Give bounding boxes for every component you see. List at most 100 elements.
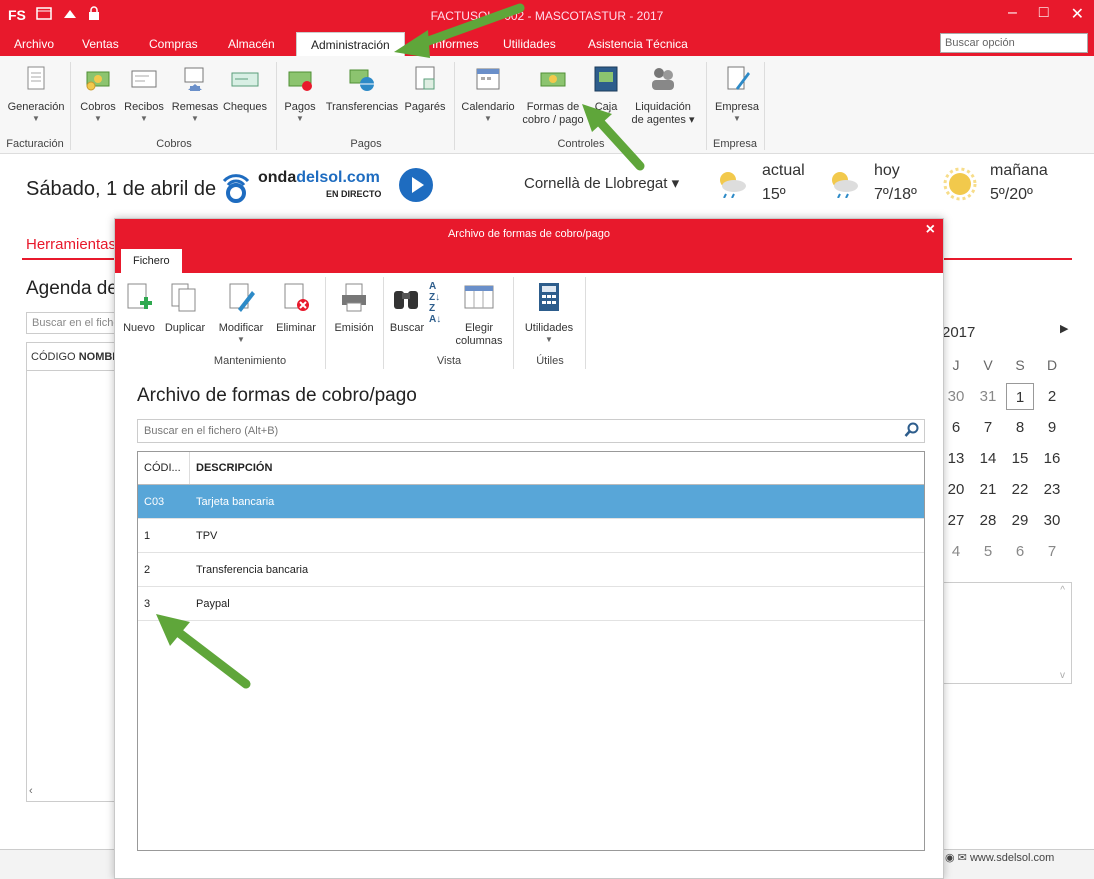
pagares-button[interactable]: Pagarés	[402, 64, 448, 114]
calendar-day[interactable]: 27	[940, 505, 972, 536]
calendar-day[interactable]: 30	[940, 381, 972, 412]
maximize-button[interactable]: □	[1039, 4, 1049, 24]
calendar-day[interactable]: 21	[972, 474, 1004, 505]
dialog-close-icon[interactable]: ×	[926, 221, 935, 239]
calendar-year: 2017	[942, 324, 976, 341]
minimize-button[interactable]: –	[1008, 4, 1017, 24]
calendar-day[interactable]: 7	[1036, 536, 1068, 567]
cell-code: 3	[144, 598, 151, 610]
transferencias-button[interactable]: Transferencias	[322, 64, 402, 114]
cheque-icon	[231, 72, 259, 87]
calendar-day[interactable]: 4	[940, 536, 972, 567]
scroll-up-icon[interactable]: ^	[1060, 585, 1065, 596]
calendar-weekday: S	[1015, 357, 1025, 373]
elegir-columnas-button[interactable]: Elegir columnas	[449, 281, 509, 348]
column-header-description[interactable]: DESCRIPCIÓN	[190, 452, 924, 484]
calendar-weekday: D	[1046, 357, 1058, 373]
buscar-button[interactable]: Buscar	[387, 281, 427, 335]
agenda-search-input[interactable]: Buscar en el fichero	[26, 312, 116, 334]
scroll-left-icon[interactable]: ‹	[29, 785, 33, 797]
ribbon-separator	[764, 62, 765, 150]
table-row[interactable]: C03 Tarjeta bancaria	[138, 485, 924, 519]
play-icon[interactable]	[398, 167, 434, 203]
calendar-day[interactable]: 31	[972, 381, 1004, 412]
search-option-input[interactable]: Buscar opción	[940, 33, 1088, 53]
calendar-day[interactable]: 16	[1036, 443, 1068, 474]
nuevo-button[interactable]: Nuevo	[121, 281, 157, 335]
remesas-button[interactable]: Remesas ▼	[170, 64, 220, 123]
calendar-day[interactable]: 20	[940, 474, 972, 505]
menu-asistencia-tecnica[interactable]: Asistencia Técnica	[588, 37, 688, 51]
radio-signal-icon	[222, 174, 250, 203]
column-header-code[interactable]: CÓDI...	[138, 452, 190, 484]
calendar-day[interactable]: 22	[1004, 474, 1036, 505]
calendar-day[interactable]: 1	[1006, 383, 1034, 410]
utilidades-button[interactable]: Utilidades ▼	[519, 281, 579, 344]
herramientas-tab[interactable]: Herramientas	[26, 236, 116, 253]
calendar-day[interactable]: 14	[972, 443, 1004, 474]
caja-button[interactable]: Caja	[588, 64, 624, 114]
footer-website[interactable]: ◉ ✉ www.sdelsol.com	[945, 851, 1054, 864]
dropdown-arrow-icon: ▼	[140, 114, 148, 123]
menu-utilidades[interactable]: Utilidades	[503, 37, 556, 51]
calendar-day[interactable]: 15	[1004, 443, 1036, 474]
sort-icon[interactable]: A Z↓ Z A↓	[429, 281, 441, 325]
dialog-search-input[interactable]: Buscar en el fichero (Alt+B)	[137, 419, 925, 443]
calendar-day[interactable]: 2	[1036, 381, 1068, 412]
menu-compras[interactable]: Compras	[149, 37, 198, 51]
recibos-button[interactable]: Recibos ▼	[122, 64, 166, 123]
cheques-button[interactable]: Cheques	[222, 64, 268, 114]
calendar-day[interactable]: 7	[972, 412, 1004, 443]
dialog-title-bar: Archivo de formas de cobro/pago × Ficher…	[115, 219, 943, 273]
document-icon	[27, 66, 45, 90]
calendar-day[interactable]: 9	[1036, 412, 1068, 443]
calendar-day[interactable]: 5	[972, 536, 1004, 567]
ribbon-separator	[276, 62, 277, 150]
menu-informes[interactable]: Informes	[432, 37, 479, 51]
group-controles: Controles	[557, 138, 605, 150]
calendar-day[interactable]: 28	[972, 505, 1004, 536]
calendar-day[interactable]: 23	[1036, 474, 1068, 505]
pagos-button[interactable]: Pagos ▼	[282, 64, 318, 123]
cell-code: C03	[144, 496, 165, 508]
transfer-globe-icon	[349, 69, 374, 91]
dropdown-arrow-icon: ▼	[545, 335, 553, 344]
liquidacion-agentes-button[interactable]: Liquidación de agentes ▾	[628, 64, 698, 127]
calendar-day[interactable]: 30	[1036, 505, 1068, 536]
calendar-next-icon[interactable]: ▶	[1060, 322, 1068, 335]
calendar-day[interactable]: 13	[940, 443, 972, 474]
radio-widget[interactable]: ondadelsol.com EN DIRECTO	[220, 165, 435, 205]
cell-description: TPV	[196, 530, 218, 542]
notes-panel: ^ v	[940, 582, 1072, 684]
calendar-day[interactable]: 29	[1004, 505, 1036, 536]
calculator-icon	[539, 283, 559, 311]
close-button[interactable]: ✕	[1071, 4, 1084, 24]
emision-button[interactable]: Emisión	[329, 281, 379, 335]
table-row[interactable]: 1 TPV	[138, 519, 924, 553]
menu-almacen[interactable]: Almacén	[228, 37, 275, 51]
menu-administracion[interactable]: Administración	[296, 32, 405, 56]
generacion-button[interactable]: Generación ▼	[6, 64, 66, 123]
search-icon[interactable]	[904, 422, 920, 438]
calendar-day[interactable]: 6	[1004, 536, 1036, 567]
calendar-day[interactable]: 6	[940, 412, 972, 443]
modificar-button[interactable]: Modificar ▼	[213, 281, 269, 344]
table-row[interactable]: 3 Paypal	[138, 587, 924, 621]
weather-label: mañana	[990, 162, 1048, 179]
eliminar-button[interactable]: Eliminar	[273, 281, 319, 335]
table-header: CÓDI... DESCRIPCIÓN	[138, 452, 924, 485]
table-row[interactable]: 2 Transferencia bancaria	[138, 553, 924, 587]
scroll-down-icon[interactable]: v	[1060, 670, 1065, 681]
calendario-button[interactable]: Calendario ▼	[458, 64, 518, 123]
city-selector[interactable]: Cornellà de Llobregat ▾	[524, 174, 679, 192]
menu-ventas[interactable]: Ventas	[82, 37, 119, 51]
tab-fichero[interactable]: Fichero	[121, 249, 182, 273]
formas-cobro-pago-button[interactable]: Formas de cobro / pago	[518, 64, 588, 127]
menu-archivo[interactable]: Archivo	[14, 37, 54, 51]
dropdown-arrow-icon: ▼	[733, 114, 741, 123]
duplicar-button[interactable]: Duplicar	[161, 281, 209, 335]
cobros-button[interactable]: Cobros ▼	[78, 64, 118, 123]
empresa-button[interactable]: Empresa ▼	[710, 64, 764, 123]
calendar-day[interactable]: 8	[1004, 412, 1036, 443]
duplicate-icon	[171, 283, 196, 312]
